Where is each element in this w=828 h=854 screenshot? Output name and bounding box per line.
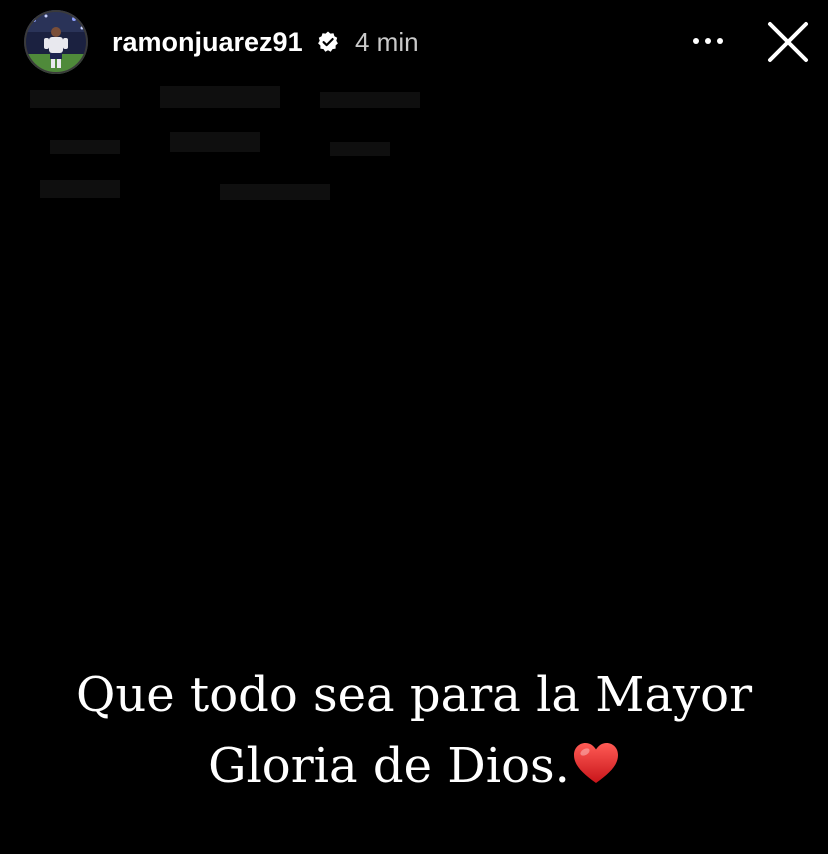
caption-line-2-text: Gloria de Dios. [208, 738, 570, 794]
faded-background-content [30, 86, 420, 200]
story-view[interactable]: ramonjuarez91 4 min Que todo sea para la… [0, 0, 828, 854]
caption-line-1: Que todo sea para la Mayor [75, 667, 753, 723]
verified-badge-icon [318, 31, 338, 52]
story-header: ramonjuarez91 4 min [0, 0, 828, 84]
close-icon [768, 22, 808, 62]
avatar-photo [24, 10, 88, 74]
more-options-icon [693, 38, 723, 44]
story-caption: Que todo sea para la Mayor Gloria de Dio… [20, 660, 808, 802]
username[interactable]: ramonjuarez91 [112, 27, 303, 57]
caption-line-2: Gloria de Dios. [20, 731, 808, 802]
more-options-button[interactable] [688, 26, 728, 56]
heart-emoji-icon [573, 743, 618, 783]
close-button[interactable] [764, 18, 812, 66]
post-time: 4 min [355, 27, 419, 57]
profile-avatar[interactable] [24, 10, 88, 74]
